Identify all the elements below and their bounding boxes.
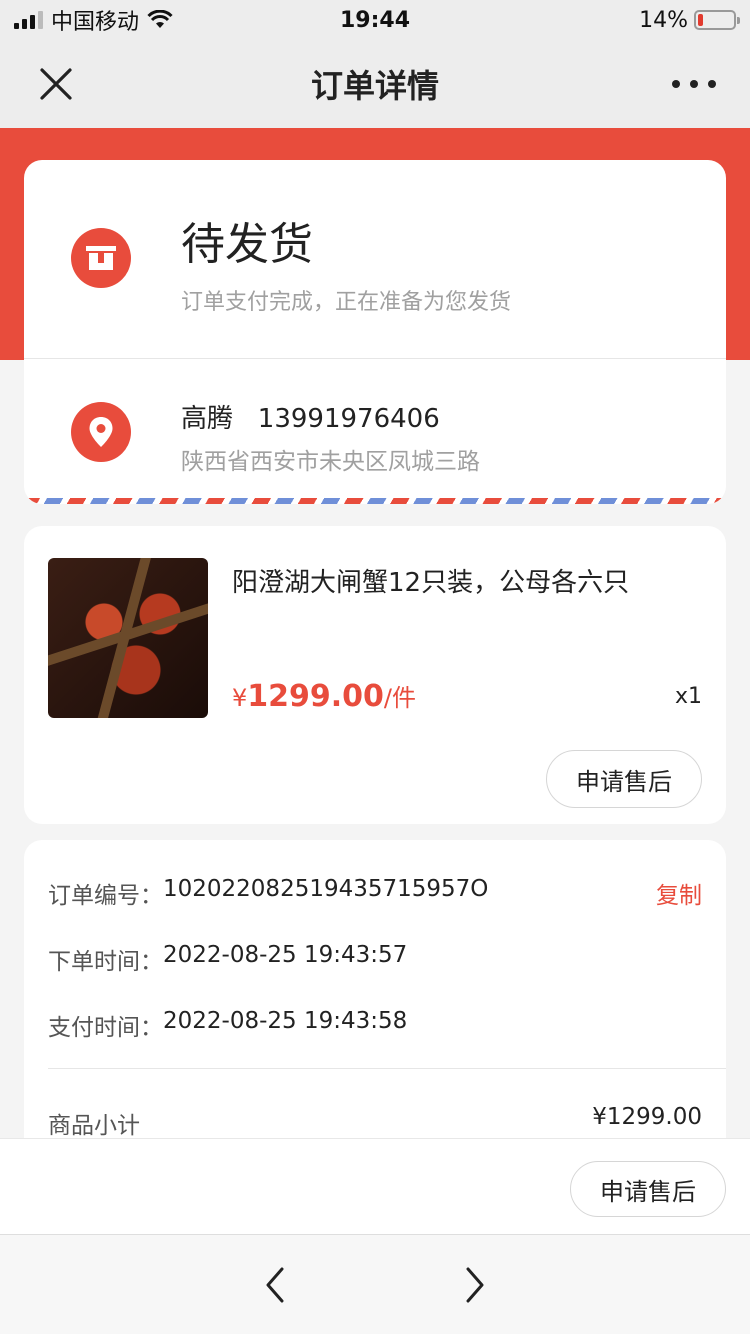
recipient-name-phone: 高腾 13991976406 (181, 404, 440, 434)
forward-arrow-icon[interactable] (458, 1265, 494, 1305)
order-time-value: 2022-08-25 19:43:57 (163, 942, 408, 968)
currency-symbol: ¥ (232, 684, 248, 712)
product-card: 阳澄湖大闸蟹12只装，公母各六只 ¥1299.00/件 x1 申请售后 (24, 526, 726, 824)
order-time-row: 下单时间： 2022-08-25 19:43:57 (48, 942, 407, 976)
order-number-value: 102022082519435715957O (163, 876, 489, 902)
battery-fill (698, 14, 703, 26)
order-status-title: 待发货 (181, 219, 313, 270)
bottom-apply-aftersale-button[interactable]: 申请售后 (570, 1161, 726, 1217)
signal-icon (14, 11, 43, 29)
order-info-card: 订单编号： 102022082519435715957O 复制 下单时间： 20… (24, 840, 726, 1160)
carrier-label: 中国移动 (51, 10, 140, 35)
status-left: 中国移动 (14, 4, 173, 36)
subtotal-value: ¥1299.00 (592, 1104, 702, 1130)
order-time-label: 下单时间： (48, 949, 163, 975)
airmail-border (24, 498, 726, 504)
product-quantity: x1 (674, 684, 702, 709)
pay-time-value: 2022-08-25 19:43:58 (163, 1008, 408, 1034)
product-image[interactable] (48, 558, 208, 718)
close-icon[interactable] (36, 64, 76, 104)
price-value: 1299.00 (247, 679, 384, 714)
apply-aftersale-button[interactable]: 申请售后 (546, 750, 702, 808)
bottom-action-bar: 申请售后 (0, 1138, 750, 1234)
battery-percent: 14% (639, 7, 688, 33)
status-right: 14% (639, 7, 740, 33)
divider (48, 1068, 726, 1069)
subtotal-label: 商品小计 (48, 1113, 140, 1139)
order-status-subtitle: 订单支付完成，正在准备为您发货 (181, 290, 512, 315)
divider (24, 358, 726, 359)
pay-time-row: 支付时间： 2022-08-25 19:43:58 (48, 1008, 407, 1042)
status-bar: 中国移动 19:44 14% (0, 0, 750, 40)
wifi-icon (147, 10, 173, 28)
recipient-address: 陕西省西安市未央区凤城三路 (181, 449, 480, 475)
shop-icon (71, 228, 131, 288)
location-pin-icon (71, 402, 131, 462)
page-title: 订单详情 (310, 67, 439, 105)
price-unit: /件 (383, 684, 417, 712)
order-status-card: 待发货 订单支付完成，正在准备为您发货 高腾 13991976406 陕西省西安… (24, 160, 726, 504)
order-number-label: 订单编号： (48, 883, 163, 909)
battery-icon (694, 10, 740, 30)
product-name[interactable]: 阳澄湖大闸蟹12只装，公母各六只 (232, 562, 629, 599)
back-arrow-icon[interactable] (256, 1265, 292, 1305)
nav-bar: 订单详情 (0, 40, 750, 128)
browser-toolbar (0, 1234, 750, 1334)
pay-time-label: 支付时间： (48, 1015, 163, 1041)
product-price: ¥1299.00/件 (232, 678, 416, 714)
copy-order-number-link[interactable]: 复制 (656, 876, 702, 910)
more-icon[interactable] (672, 70, 716, 98)
order-number-row: 订单编号： 102022082519435715957O (48, 876, 488, 910)
